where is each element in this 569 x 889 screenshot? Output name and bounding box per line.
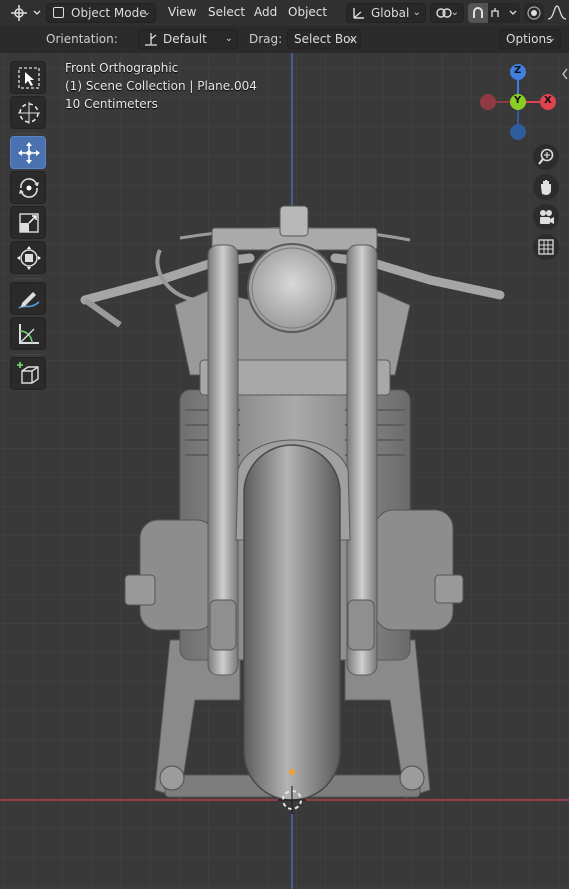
falloff-dropdown[interactable] — [546, 3, 568, 23]
viewport-header: Object Mode ⌄ View Select Add Object Glo… — [0, 0, 569, 27]
editor-type-icon — [11, 5, 41, 21]
menu-view[interactable]: View — [168, 5, 196, 19]
chevron-down-icon: ⌄ — [412, 7, 421, 18]
orientation-value: Default — [163, 32, 207, 46]
tool-transform[interactable] — [10, 241, 46, 274]
editor-type-button[interactable] — [8, 3, 42, 23]
cursor-icon — [18, 102, 40, 124]
chevron-down-icon: ⌄ — [224, 33, 233, 44]
navigation-gizmo[interactable]: Z Y X — [470, 58, 566, 144]
camera-view-button[interactable] — [533, 204, 559, 230]
snap-toggle[interactable] — [468, 3, 488, 23]
tool-annotate[interactable] — [10, 282, 46, 315]
transform-orientation-dropdown[interactable]: Global ⌄ — [346, 3, 426, 23]
measure-icon — [19, 324, 39, 344]
grid-scale: 10 Centimeters — [65, 97, 158, 111]
select-box-icon — [18, 67, 40, 89]
gizmo-neg-z-axis[interactable] — [510, 124, 526, 140]
sidebar-toggle[interactable] — [560, 66, 569, 82]
pivot-point-dropdown[interactable]: ⌄ — [430, 3, 464, 23]
pan-button[interactable] — [533, 174, 559, 200]
falloff-curve-icon — [547, 5, 567, 20]
tool-move[interactable] — [10, 136, 46, 169]
chevron-down-icon: ⌄ — [450, 7, 459, 18]
zoom-button[interactable] — [533, 144, 559, 170]
chevron-down-icon: ⌄ — [547, 33, 556, 44]
scale-icon — [19, 213, 39, 233]
mode-label: Object Mode — [71, 6, 147, 20]
gizmo-z-label: Z — [514, 65, 522, 76]
menu-add[interactable]: Add — [254, 5, 277, 19]
snap-increment-icon — [491, 8, 517, 17]
tool-rotate[interactable] — [10, 171, 46, 204]
collection-info: (1) Scene Collection | Plane.004 — [65, 79, 257, 93]
options-label: Options — [506, 32, 553, 46]
menu-object[interactable]: Object — [288, 5, 327, 19]
tool-add-cube[interactable] — [10, 357, 46, 390]
options-dropdown[interactable]: Options ⌄ — [499, 29, 561, 49]
chevron-left-icon — [562, 68, 568, 80]
orientation-axes-icon — [353, 8, 364, 19]
transform-icon — [17, 246, 41, 270]
drag-label: Drag: — [249, 32, 283, 46]
magnet-icon — [473, 7, 483, 18]
rotate-icon — [19, 178, 39, 198]
orientation-label: Orientation: — [46, 32, 118, 46]
annotate-icon — [18, 292, 40, 309]
snap-target-dropdown[interactable] — [488, 3, 520, 23]
proportional-edit-icon — [527, 6, 541, 20]
tool-select-box[interactable] — [10, 61, 46, 94]
orientation-dropdown[interactable]: Default ⌄ — [138, 29, 238, 49]
orientation-gizmo-icon — [145, 33, 157, 46]
grid-toggle-icon — [538, 239, 554, 255]
tool-settings-bar: Orientation: Default ⌄ Drag: Select Box … — [0, 26, 569, 53]
add-cube-icon — [17, 362, 39, 384]
perspective-toggle-button[interactable] — [533, 234, 559, 260]
chevron-down-icon: ⌄ — [142, 7, 151, 18]
chevron-down-icon: ⌄ — [347, 33, 356, 44]
orientation-label: Global — [371, 6, 410, 20]
gizmo-x-label: X — [544, 95, 552, 106]
tool-scale[interactable] — [10, 206, 46, 239]
zoom-icon — [538, 148, 554, 165]
move-icon — [18, 142, 40, 164]
gizmo-neg-x-axis[interactable] — [480, 94, 496, 110]
view-name: Front Orthographic — [65, 61, 179, 75]
tool-measure[interactable] — [10, 317, 46, 350]
tool-cursor[interactable] — [10, 96, 46, 129]
object-mode-icon — [53, 7, 64, 18]
menu-select[interactable]: Select — [208, 5, 245, 19]
mode-dropdown[interactable]: Object Mode ⌄ — [46, 3, 156, 23]
proportional-editing-toggle[interactable] — [524, 3, 544, 23]
drag-dropdown[interactable]: Select Box ⌄ — [287, 29, 361, 49]
gizmo-y-label: Y — [514, 95, 522, 106]
hand-pan-icon — [541, 180, 551, 195]
camera-icon — [540, 210, 554, 224]
